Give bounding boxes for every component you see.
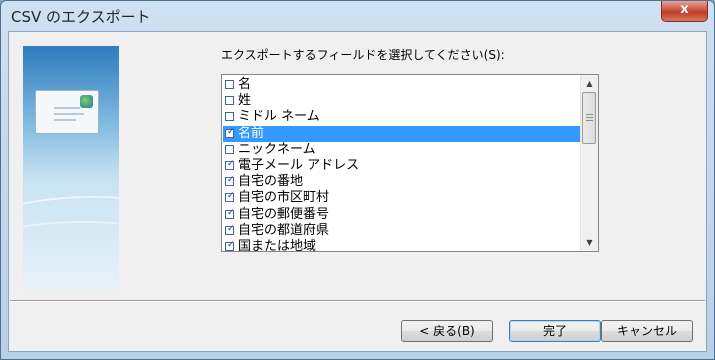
checkbox-icon[interactable]: ✓ [225, 207, 235, 219]
close-button[interactable]: x [661, 1, 708, 22]
field-list-item-label: ニックネーム [238, 141, 316, 157]
thumb-grip [586, 114, 593, 115]
field-listbox[interactable]: 名姓ミドル ネーム ✓ 名前 ニックネーム ✓ 電子メール アドレス ✓ 自宅の番地 ✓ 自宅の市… [221, 74, 599, 252]
checkbox-icon[interactable]: ✓ [225, 158, 235, 170]
field-list-item[interactable]: 名 [223, 77, 581, 93]
check-mark-icon: ✓ [227, 158, 235, 169]
field-list-item-label: 自宅の都道府県 [238, 222, 330, 238]
title-bar[interactable]: CSV のエクスポート x [1, 1, 714, 31]
field-list-item-label: 自宅の市区町村 [238, 190, 330, 206]
scroll-thumb[interactable] [582, 92, 596, 144]
field-list-item[interactable]: ✓ 自宅の番地 [223, 174, 581, 190]
checkbox-icon[interactable] [225, 144, 234, 154]
close-icon: x [680, 2, 689, 17]
field-list-item[interactable]: ✓ 自宅の郵便番号 [223, 207, 581, 223]
field-list-item-label: 自宅の番地 [238, 174, 304, 190]
field-list-item-label: 姓 [238, 93, 252, 109]
check-mark-icon: ✓ [227, 175, 235, 186]
thumb-grip [586, 120, 593, 121]
scroll-down-button[interactable]: ▼ [581, 234, 598, 251]
envelope-line [54, 119, 76, 121]
checkbox-icon[interactable]: ✓ [225, 175, 235, 187]
envelope-line [54, 107, 80, 109]
checkbox-icon[interactable]: ✓ [225, 126, 235, 138]
checkbox-icon[interactable]: ✓ [225, 191, 235, 203]
checkbox-icon[interactable] [225, 96, 234, 106]
field-list-item[interactable]: ✓ 電子メール アドレス [223, 158, 581, 174]
checkbox-icon[interactable]: ✓ [225, 239, 235, 251]
field-list-item[interactable]: 姓 [223, 93, 581, 109]
check-mark-icon: ✓ [227, 239, 235, 250]
field-list-item[interactable]: ✓ 国または地域 [223, 238, 581, 252]
field-list-item[interactable]: ✓ 自宅の都道府県 [223, 223, 581, 239]
field-list-item[interactable]: ✓ 自宅の市区町村 [223, 190, 581, 206]
export-dialog-window: CSV のエクスポート x エクスポートするフィールドを選択してください(S):… [0, 0, 715, 360]
check-mark-icon: ✓ [227, 207, 235, 218]
field-list-item-label: ミドル ネーム [238, 109, 320, 125]
envelope-icon [35, 90, 99, 134]
field-list-item-label: 国または地域 [238, 238, 317, 252]
check-mark-icon: ✓ [227, 191, 235, 202]
dialog-body: エクスポートするフィールドを選択してください(S): 名姓ミドル ネーム ✓ 名前ニ… [8, 31, 707, 352]
checkbox-icon[interactable] [225, 80, 234, 89]
separator-line [10, 300, 705, 302]
field-list-items: 名姓ミドル ネーム ✓ 名前 ニックネーム ✓ 電子メール アドレス ✓ 自宅の番地 ✓ 自宅の市… [223, 77, 581, 252]
wave-decoration [23, 221, 119, 290]
stamp-icon [80, 95, 93, 108]
field-list-item-label: 名 [238, 77, 252, 92]
field-list-item[interactable]: ✓ 名前 [223, 125, 581, 142]
checkbox-icon[interactable]: ✓ [225, 223, 235, 235]
field-list-item[interactable]: ミドル ネーム [223, 109, 581, 125]
check-mark-icon: ✓ [227, 126, 235, 137]
envelope-line [54, 113, 84, 115]
field-list-item-label: 名前 [238, 125, 265, 141]
finish-button[interactable]: 完了 [509, 320, 601, 342]
field-list-label: エクスポートするフィールドを選択してください(S): [221, 48, 505, 62]
checkbox-icon[interactable] [225, 112, 234, 122]
vertical-scrollbar[interactable]: ▲ ▼ [580, 75, 598, 251]
back-button[interactable]: < 戻る(B) [401, 320, 493, 342]
check-mark-icon: ✓ [227, 223, 235, 234]
export-envelope-illustration [23, 46, 119, 290]
field-list-item-label: 自宅の郵便番号 [238, 206, 330, 222]
scroll-up-button[interactable]: ▲ [581, 75, 598, 92]
field-list-item-label: 電子メール アドレス [238, 157, 360, 173]
thumb-grip [586, 117, 593, 118]
window-title: CSV のエクスポート [11, 8, 151, 26]
field-list-item[interactable]: ニックネーム [223, 142, 581, 158]
cancel-button[interactable]: キャンセル [601, 320, 693, 342]
